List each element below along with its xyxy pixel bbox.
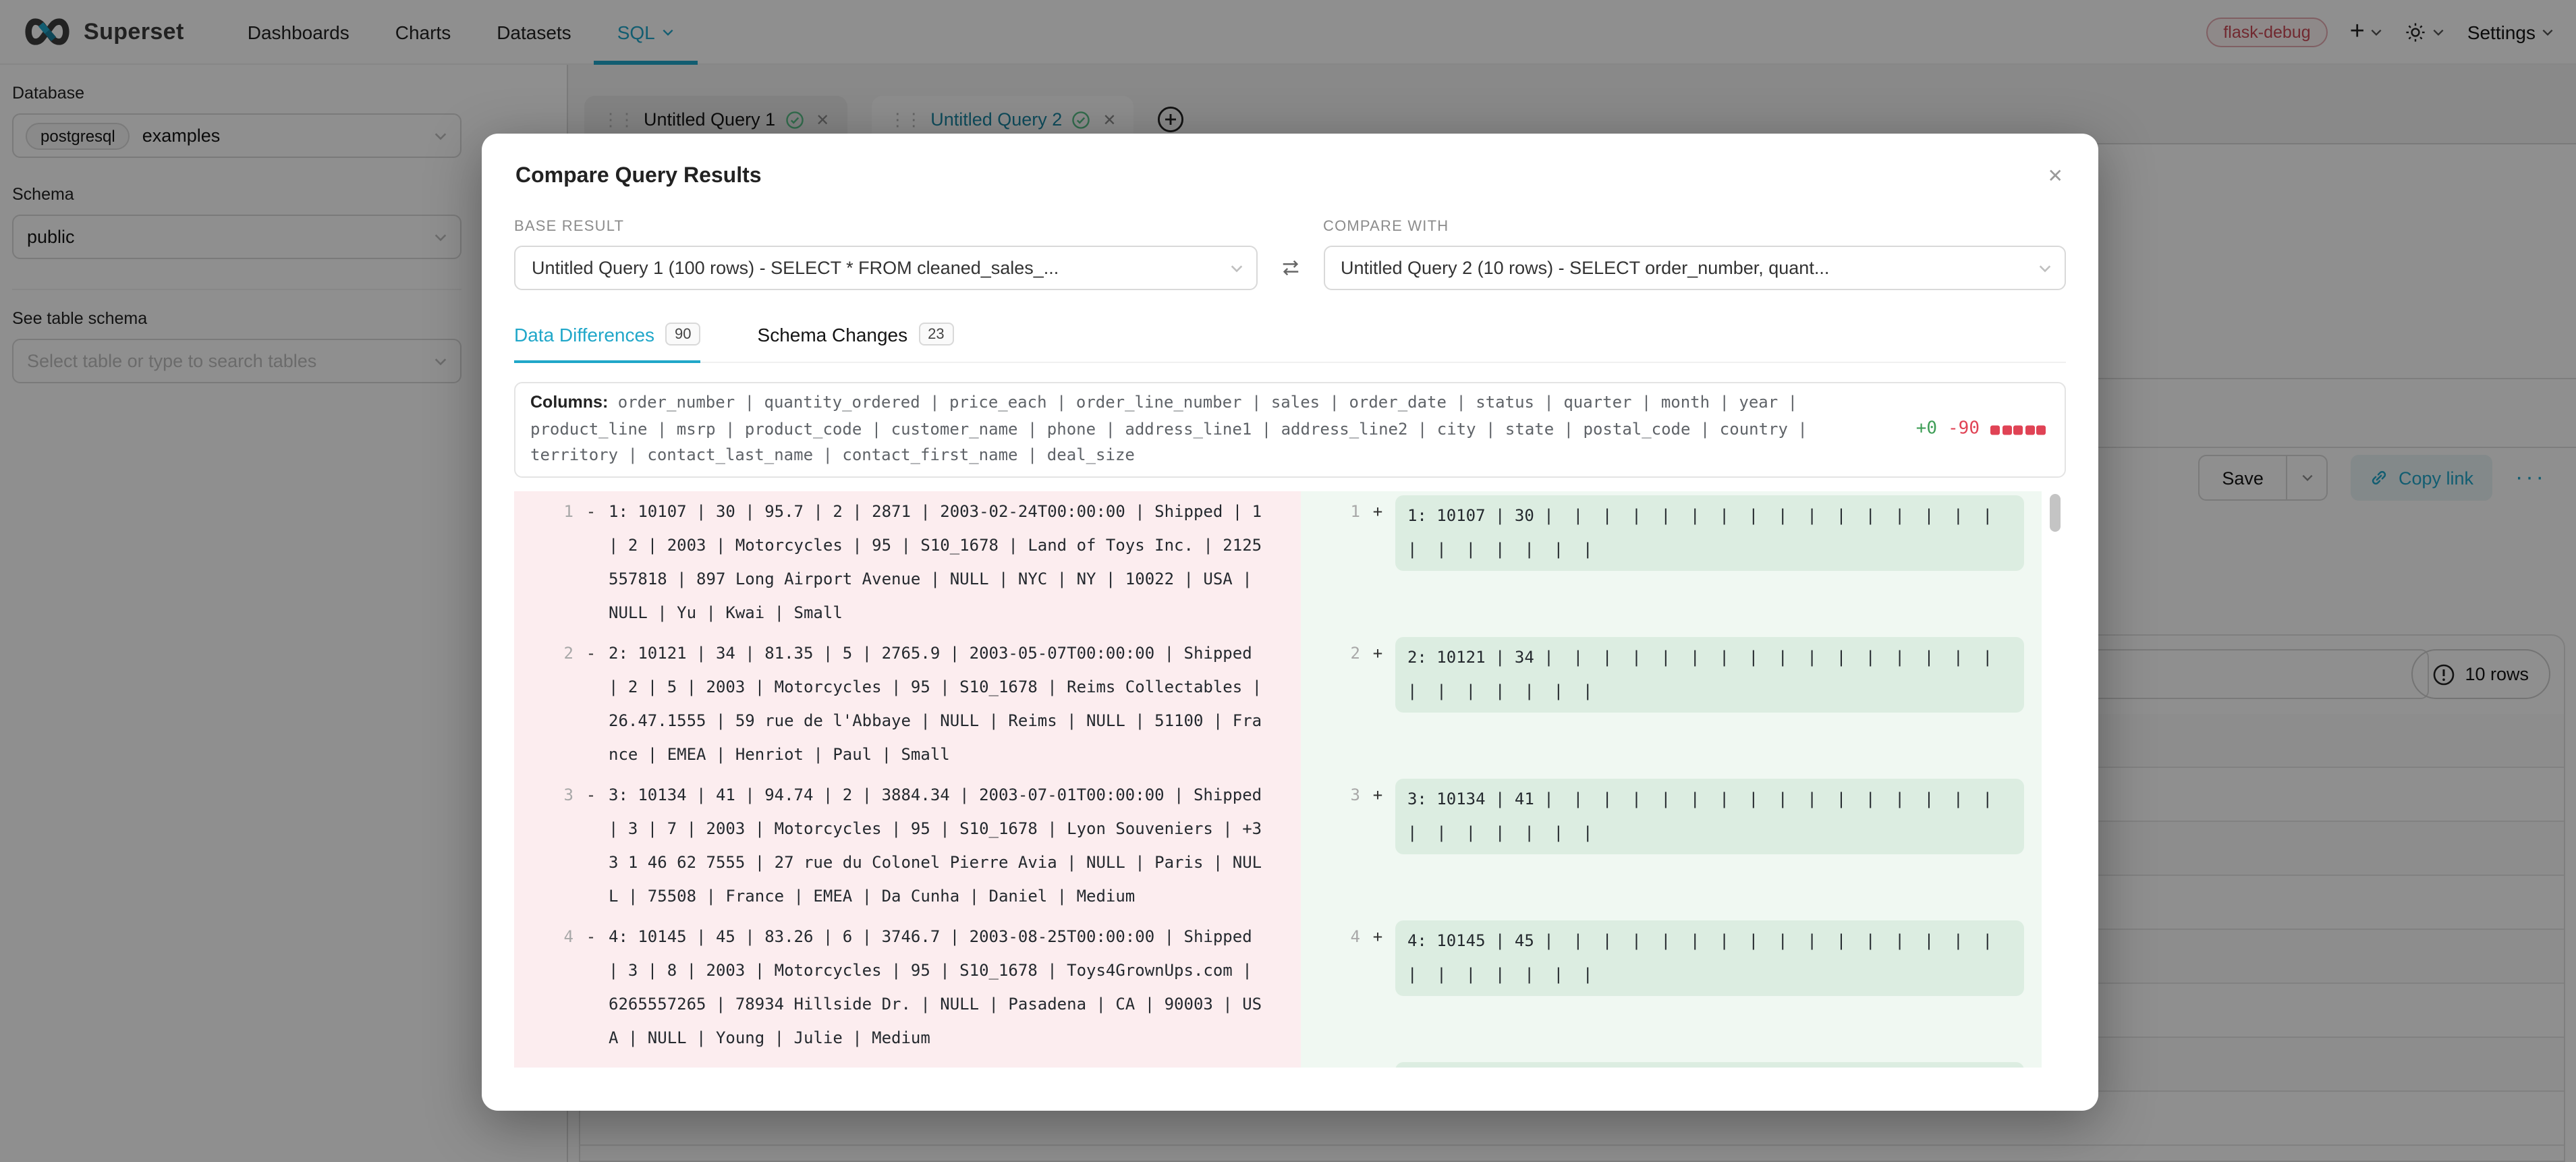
added-sign: +: [1360, 636, 1395, 670]
diffstat-block: [2025, 425, 2034, 435]
added-sign: +: [1360, 920, 1395, 953]
diffstat-block: [2013, 425, 2023, 435]
added-row-partial: [1395, 1061, 2024, 1067]
columns-summary: Columns: order_number | quantity_ordered…: [514, 382, 2066, 477]
compare-with-select[interactable]: Untitled Query 2 (10 rows) - SELECT orde…: [1323, 246, 2066, 290]
chevron-down-icon: [2038, 260, 2052, 275]
columns-label: Columns:: [530, 393, 608, 412]
diff-added-row: 4+4: 10145 | 45 | | | | | | | | | | | | …: [1301, 920, 2042, 1061]
diff-removed-row: 4-4: 10145 | 45 | 83.26 | 6 | 3746.7 | 2…: [514, 920, 1301, 1061]
tab-count-badge: 90: [665, 323, 701, 345]
tab-label: Data Differences: [514, 323, 654, 345]
compare-with-label: COMPARE WITH: [1323, 219, 2066, 235]
diff-added-row: [1301, 1061, 2042, 1067]
diffstat: +0 -90: [1916, 416, 2046, 443]
diffstat-blocks: [1990, 425, 2046, 435]
compare-with-value: Untitled Query 2 (10 rows) - SELECT orde…: [1341, 258, 1829, 278]
removed-sign: -: [573, 636, 609, 670]
modal-tabs: Data Differences 90 Schema Changes 23: [514, 323, 2066, 363]
removed-sign: -: [573, 778, 609, 812]
removed-sign: -: [573, 495, 609, 528]
removed-row-text: 3: 10134 | 41 | 94.74 | 2 | 3884.34 | 20…: [609, 778, 1264, 913]
added-sign: +: [1360, 778, 1395, 812]
added-sign: +: [1360, 495, 1395, 528]
diff-added-row: 3+3: 10134 | 41 | | | | | | | | | | | | …: [1301, 778, 2042, 920]
chevron-down-icon: [1229, 260, 1243, 275]
diff-added-row: 1+1: 10107 | 30 | | | | | | | | | | | | …: [1301, 495, 2042, 636]
base-result-label: BASE RESULT: [514, 219, 1257, 235]
added-row-text: 1: 10107 | 30 | | | | | | | | | | | | | …: [1395, 495, 2024, 570]
line-number: 1: [514, 495, 573, 528]
line-number: 4: [1301, 920, 1360, 953]
modal-title: Compare Query Results: [515, 165, 2063, 189]
diffstat-block: [2036, 425, 2046, 435]
line-number: 1: [1301, 495, 1360, 528]
diff-removed-row: 1-1: 10107 | 30 | 95.7 | 2 | 2871 | 2003…: [514, 495, 1301, 636]
line-number: 2: [514, 636, 573, 670]
diffstat-block: [1990, 425, 2000, 435]
added-row-text: 2: 10121 | 34 | | | | | | | | | | | | | …: [1395, 636, 2024, 712]
line-number: 3: [514, 778, 573, 812]
diff-removed-row: 3-3: 10134 | 41 | 94.74 | 2 | 3884.34 | …: [514, 778, 1301, 920]
columns-list: order_number | quantity_ordered | price_…: [530, 393, 1808, 464]
diff-scrollbar[interactable]: [2047, 491, 2066, 1067]
line-number: 2: [1301, 636, 1360, 670]
sql-lab-page: Superset DashboardsChartsDatasetsSQL fla…: [0, 0, 2576, 1162]
diff-removed-column: 1-1: 10107 | 30 | 95.7 | 2 | 2871 | 2003…: [514, 491, 1301, 1067]
diff-added-column: 1+1: 10107 | 30 | | | | | | | | | | | | …: [1301, 491, 2042, 1067]
compare-selectors: BASE RESULT Untitled Query 1 (100 rows) …: [514, 219, 2066, 290]
close-icon[interactable]: ✕: [2048, 165, 2063, 188]
base-result-value: Untitled Query 1 (100 rows) - SELECT * F…: [532, 258, 1059, 278]
removed-row-text: 1: 10107 | 30 | 95.7 | 2 | 2871 | 2003-0…: [609, 495, 1264, 630]
compare-query-results-modal: Compare Query Results ✕ BASE RESULT Unti…: [482, 134, 2098, 1111]
diff-viewer: 1-1: 10107 | 30 | 95.7 | 2 | 2871 | 2003…: [514, 491, 2066, 1067]
swap-arrows-icon: [1279, 258, 1301, 278]
diffstat-removed: -90: [1948, 416, 1980, 443]
removed-row-text: 2: 10121 | 34 | 81.35 | 5 | 2765.9 | 200…: [609, 636, 1264, 771]
diff-added-row: 2+2: 10121 | 34 | | | | | | | | | | | | …: [1301, 636, 2042, 778]
tab-label: Schema Changes: [758, 323, 908, 345]
removed-sign: -: [573, 920, 609, 953]
line-number: 4: [514, 920, 573, 953]
diffstat-block: [2002, 425, 2011, 435]
base-result-select[interactable]: Untitled Query 1 (100 rows) - SELECT * F…: [514, 246, 1257, 290]
added-row-text: 4: 10145 | 45 | | | | | | | | | | | | | …: [1395, 920, 2024, 995]
tab-data-differences[interactable]: Data Differences 90: [514, 323, 701, 362]
line-number: 3: [1301, 778, 1360, 812]
removed-row-text: 4: 10145 | 45 | 83.26 | 6 | 3746.7 | 200…: [609, 920, 1264, 1055]
swap-queries-button[interactable]: [1257, 246, 1323, 290]
diffstat-added: +0: [1916, 416, 1937, 443]
modal-header: Compare Query Results ✕: [482, 134, 2098, 197]
scrollbar-thumb[interactable]: [2050, 493, 2061, 531]
diff-removed-row: 2-2: 10121 | 34 | 81.35 | 5 | 2765.9 | 2…: [514, 636, 1301, 778]
tab-count-badge: 23: [918, 323, 954, 345]
tab-schema-changes[interactable]: Schema Changes 23: [758, 323, 954, 362]
added-row-text: 3: 10134 | 41 | | | | | | | | | | | | | …: [1395, 778, 2024, 854]
